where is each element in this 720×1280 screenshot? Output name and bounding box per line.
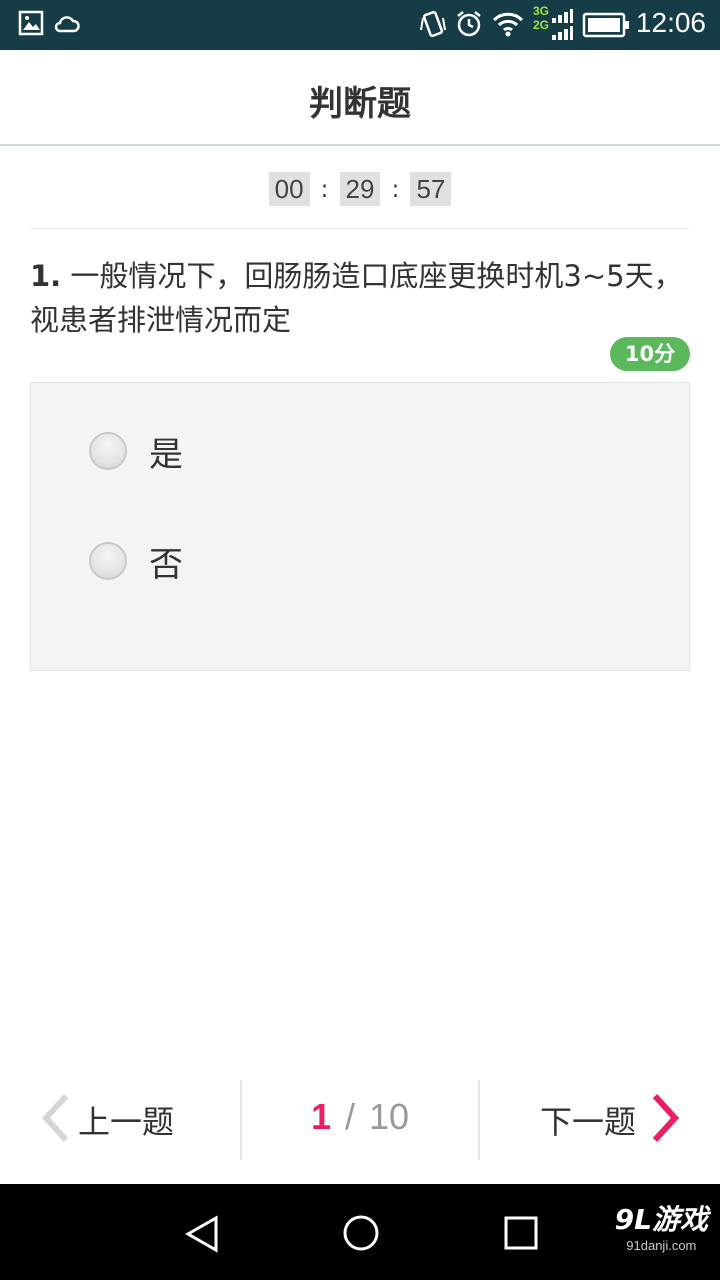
countdown-timer: 00 : 29 : 57	[0, 172, 720, 206]
timer-separator: :	[391, 175, 400, 203]
image-icon	[18, 10, 44, 40]
back-icon[interactable]	[182, 1214, 222, 1258]
vibrate-icon	[420, 10, 446, 44]
question-text: 1. 一般情况下，回肠肠造口底座更换时机3~5天，视患者排泄情况而定	[30, 254, 690, 342]
status-bar: 3G 2G 12:06	[0, 0, 720, 50]
alarm-icon	[455, 10, 483, 42]
timer-hours: 00	[268, 172, 310, 206]
option-label: 否	[149, 544, 183, 585]
home-icon[interactable]	[342, 1214, 380, 1256]
option-no[interactable]: 否	[89, 539, 183, 585]
next-label: 下一题	[539, 1103, 636, 1141]
chevron-left-icon	[38, 1092, 72, 1148]
app-header: 判断题	[0, 50, 720, 146]
timer-separator: :	[320, 175, 329, 203]
radio-button[interactable]	[89, 542, 127, 580]
watermark: 9L游戏 91danji.com	[615, 1198, 708, 1253]
chevron-right-icon	[650, 1092, 680, 1148]
prev-question-button[interactable]: 上一题	[38, 1092, 175, 1148]
answer-options: 是 否	[30, 382, 690, 671]
page-indicator: 1 / 10	[242, 1096, 478, 1138]
network-type: 3G 2G	[533, 4, 549, 32]
question-navigation: 上一题 1 / 10 下一题	[0, 1080, 720, 1160]
option-label: 是	[149, 434, 183, 475]
system-navigation-bar: 9L游戏 91danji.com	[0, 1184, 720, 1280]
wifi-icon	[492, 10, 524, 42]
network-2g-label: 2G	[533, 18, 550, 32]
clock: 12:06	[635, 7, 706, 38]
timer-seconds: 57	[410, 172, 452, 206]
question-body: 一般情况下，回肠肠造口底座更换时机3~5天，视患者排泄情况而定	[30, 259, 683, 337]
network-3g-label: 3G	[533, 4, 550, 18]
timer-minutes: 29	[339, 172, 381, 206]
watermark-url: 91danji.com	[626, 1238, 697, 1253]
question-number: 1.	[30, 259, 62, 293]
current-page: 1	[310, 1096, 331, 1137]
recents-icon[interactable]	[504, 1216, 538, 1254]
radio-button[interactable]	[89, 432, 127, 470]
option-yes[interactable]: 是	[89, 429, 183, 475]
watermark-logo: 9L游戏	[614, 1203, 708, 1236]
total-pages: 10	[369, 1096, 410, 1137]
page-separator: /	[344, 1096, 355, 1137]
divider	[478, 1080, 480, 1160]
score-badge: 10分	[610, 337, 690, 371]
divider	[30, 228, 690, 229]
page-title: 判断题	[309, 84, 411, 124]
signal-icon	[552, 8, 574, 46]
next-question-button[interactable]: 下一题	[539, 1092, 680, 1148]
battery-icon	[582, 12, 630, 42]
prev-label: 上一题	[78, 1103, 175, 1141]
cloud-icon	[54, 10, 80, 40]
